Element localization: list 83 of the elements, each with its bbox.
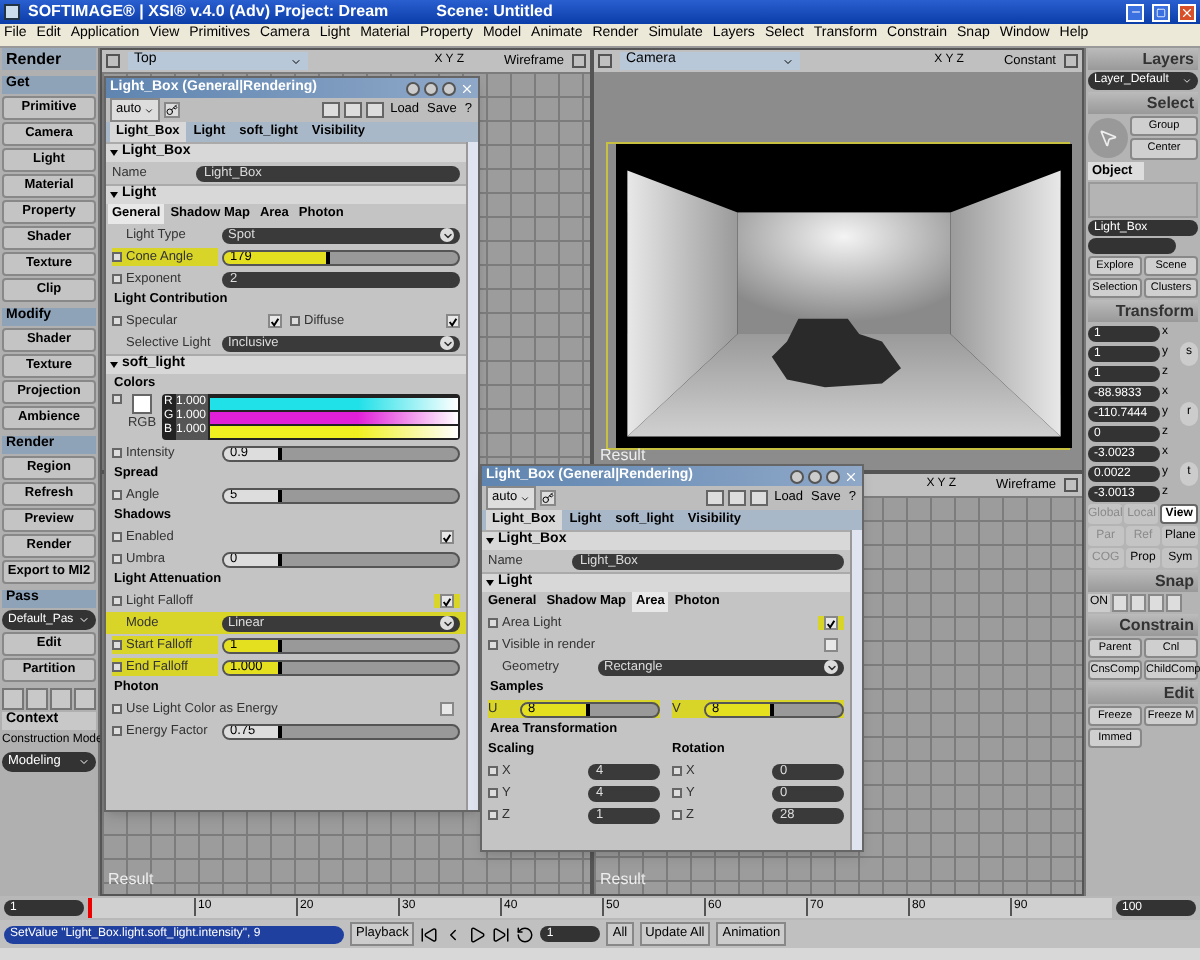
keyframe-box-icon[interactable] [112, 662, 122, 672]
panel-header[interactable]: Constrain [1088, 614, 1198, 637]
collapse-icon[interactable] [486, 580, 494, 586]
caret-icon[interactable] [78, 756, 90, 768]
last-frame-icon[interactable] [492, 925, 511, 943]
window-title: SOFTIMAGE® | XSI® v.4.0 (Adv) Project: Dream [28, 0, 389, 24]
close-icon[interactable] [460, 81, 474, 95]
loop-icon[interactable] [516, 925, 535, 943]
maximize-icon[interactable] [1064, 478, 1078, 492]
first-frame-icon[interactable] [420, 925, 439, 943]
panel-header[interactable]: Select [1088, 92, 1198, 114]
collapse-icon[interactable] [486, 538, 494, 544]
viewport-label: Result [600, 868, 646, 892]
scene-name: Scene: Untitled [436, 0, 553, 24]
panel-header[interactable]: Layers [1088, 48, 1198, 70]
panel-header[interactable]: Snap [1088, 570, 1198, 593]
collapse-icon[interactable] [110, 362, 118, 368]
value-field[interactable] [1088, 238, 1176, 255]
toolbar-title: Render [2, 48, 96, 70]
maximize-icon[interactable] [1064, 54, 1078, 68]
keyframe-box-icon[interactable] [488, 640, 498, 650]
caret-icon[interactable] [78, 614, 90, 626]
collapse-icon[interactable] [110, 150, 118, 156]
checkbox[interactable] [440, 702, 454, 716]
checkbox[interactable] [440, 530, 454, 544]
keyframe-box-icon[interactable] [112, 274, 122, 284]
viewport-label: Result [600, 444, 646, 467]
collapse-icon[interactable] [110, 192, 118, 198]
keyframe-box-icon[interactable] [112, 394, 122, 404]
keyframe-box-icon[interactable] [112, 596, 122, 606]
tool-icon[interactable] [74, 688, 96, 710]
caret-icon[interactable] [782, 55, 794, 67]
checkbox[interactable] [824, 616, 838, 630]
dropdown-arrow-icon [440, 228, 454, 242]
keyframe-box-icon[interactable] [488, 810, 498, 820]
scrollbar[interactable] [850, 530, 862, 850]
app-icon [4, 4, 20, 20]
keyframe-box-icon[interactable] [112, 316, 122, 326]
keyframe-box-icon[interactable] [672, 766, 682, 776]
checkbox[interactable] [268, 314, 282, 328]
scrollbar[interactable] [466, 142, 478, 810]
keyframe-box-icon[interactable] [112, 252, 122, 262]
keyframe-box-icon[interactable] [672, 810, 682, 820]
dropdown-arrow-icon [440, 616, 454, 630]
tool-icon[interactable] [26, 688, 48, 710]
caret-icon[interactable] [143, 105, 154, 115]
key-icon[interactable] [539, 490, 556, 506]
color-swatch[interactable] [132, 394, 152, 414]
viewport-menu-icon[interactable] [598, 54, 612, 68]
tool-icon[interactable] [2, 688, 24, 710]
keyframe-box-icon[interactable] [488, 618, 498, 628]
caret-icon[interactable] [519, 493, 530, 503]
color-slider[interactable] [210, 411, 458, 423]
color-slider[interactable] [210, 397, 458, 409]
viewport-label: Result [108, 868, 154, 892]
checkbox[interactable] [824, 638, 838, 652]
panel-header[interactable]: Edit [1088, 682, 1198, 705]
keyframe-box-icon[interactable] [112, 554, 122, 564]
keyframe-box-icon[interactable] [112, 640, 122, 650]
keyframe-box-icon[interactable] [672, 788, 682, 798]
keyframe-box-icon[interactable] [488, 788, 498, 798]
keyframe-box-icon[interactable] [112, 448, 122, 458]
keyframe-box-icon[interactable] [488, 766, 498, 776]
dropdown-arrow-icon [440, 336, 454, 350]
tool-icon[interactable] [50, 688, 72, 710]
keyframe-box-icon[interactable] [112, 532, 122, 542]
panel-header[interactable]: Transform [1088, 300, 1198, 323]
key-icon[interactable] [163, 102, 180, 118]
play-icon[interactable] [468, 925, 487, 943]
selection-list [1088, 182, 1198, 219]
close-icon[interactable] [844, 469, 858, 483]
dropdown-arrow-icon [824, 660, 838, 674]
keyframe-box-icon[interactable] [112, 704, 122, 714]
viewport-menu-icon[interactable] [106, 54, 120, 68]
maximize-button[interactable] [1152, 3, 1170, 21]
keyframe-box-icon[interactable] [112, 490, 122, 500]
caret-icon[interactable] [290, 55, 302, 67]
keyframe-box-icon[interactable] [112, 726, 122, 736]
checkbox[interactable] [446, 314, 460, 328]
checkbox[interactable] [440, 594, 454, 608]
keyframe-box-icon[interactable] [290, 316, 300, 326]
color-slider[interactable] [210, 425, 458, 437]
maximize-icon[interactable] [572, 54, 586, 68]
